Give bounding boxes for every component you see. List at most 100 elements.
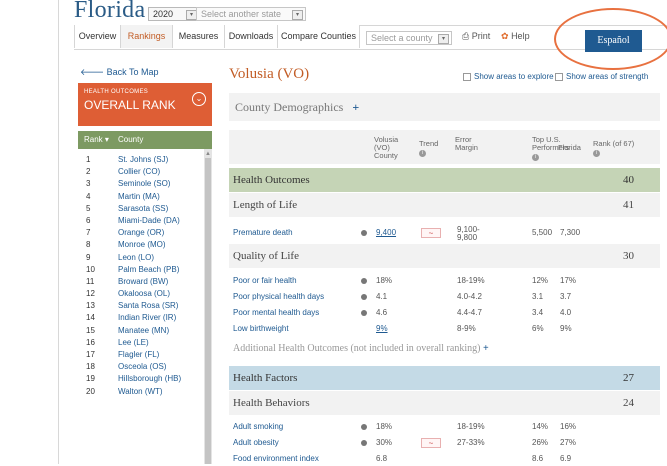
- list-item[interactable]: 8 Monroe (MO): [78, 239, 204, 251]
- county-link[interactable]: St. Johns (SJ): [118, 154, 168, 166]
- county-link[interactable]: Leon (LO): [118, 252, 154, 264]
- tab-overview[interactable]: Overview: [74, 25, 121, 48]
- show-strength-checkbox[interactable]: Show areas of strength: [555, 72, 648, 81]
- chevron-down-circle-icon[interactable]: ⌄: [192, 92, 206, 106]
- florida-value: 4.0: [560, 308, 572, 317]
- county-link[interactable]: Indian River (IR): [118, 312, 176, 324]
- list-item[interactable]: 2 Collier (CO): [78, 166, 204, 178]
- info-icon[interactable]: [361, 294, 367, 300]
- rank-number: 14: [86, 313, 95, 323]
- florida-value: 3.7: [560, 292, 572, 301]
- info-icon[interactable]: [361, 310, 367, 316]
- info-icon[interactable]: [361, 424, 367, 430]
- county-link[interactable]: Palm Beach (PB): [118, 264, 179, 276]
- plus-icon: +: [482, 343, 489, 354]
- additional-health-outcomes[interactable]: Additional Health Outcomes (not included…: [233, 343, 489, 354]
- top-performers-value: 3.4: [532, 308, 544, 317]
- list-item[interactable]: 6 Miami-Dade (DA): [78, 215, 204, 227]
- county-link[interactable]: Seminole (SO): [118, 178, 170, 190]
- error-margin: 8-9%: [457, 324, 476, 333]
- list-item[interactable]: 16 Lee (LE): [78, 337, 204, 349]
- list-item[interactable]: 12 Okaloosa (OL): [78, 288, 204, 300]
- measure-name[interactable]: Poor physical health days: [233, 290, 324, 304]
- measure-name[interactable]: Poor mental health days: [233, 306, 319, 320]
- state-select-placeholder: Select another state: [201, 9, 282, 19]
- county-link[interactable]: Santa Rosa (SR): [118, 300, 178, 312]
- list-item[interactable]: 17 Flagler (FL): [78, 349, 204, 361]
- rank-list-header: Rank ▾ County: [78, 131, 212, 149]
- list-item[interactable]: 7 Orange (OR): [78, 227, 204, 239]
- list-item[interactable]: 11 Broward (BW): [78, 276, 204, 288]
- county-link[interactable]: Sarasota (SS): [118, 203, 168, 215]
- quality-of-life-band: Quality of Life 30: [229, 244, 660, 268]
- county-link[interactable]: Broward (BW): [118, 276, 168, 288]
- county-link[interactable]: Lee (LE): [118, 337, 149, 349]
- trend-icon[interactable]: ~: [421, 228, 441, 238]
- county-link[interactable]: Miami-Dade (DA): [118, 215, 180, 227]
- scroll-up-icon[interactable]: ▲: [205, 151, 211, 157]
- list-item[interactable]: 5 Sarasota (SS): [78, 203, 204, 215]
- county-link[interactable]: Collier (CO): [118, 166, 160, 178]
- list-item[interactable]: 3 Seminole (SO): [78, 178, 204, 190]
- county-link[interactable]: Orange (OR): [118, 227, 164, 239]
- trend-icon[interactable]: ~: [421, 438, 441, 448]
- rank-column-header[interactable]: Rank ▾: [84, 131, 109, 149]
- county-column-header[interactable]: County: [118, 131, 143, 149]
- list-item[interactable]: 10 Palm Beach (PB): [78, 264, 204, 276]
- scrollbar-thumb[interactable]: [205, 158, 211, 464]
- show-explore-checkbox[interactable]: Show areas to explore: [463, 72, 554, 81]
- tab-compare-counties[interactable]: Compare Counties: [278, 25, 360, 48]
- back-to-map-link[interactable]: 🡐 Back To Map: [80, 67, 159, 78]
- list-item[interactable]: 15 Manatee (MN): [78, 325, 204, 337]
- print-button[interactable]: ⎙ Print: [462, 31, 490, 42]
- county-select[interactable]: Select a county ▾: [366, 31, 452, 45]
- list-item[interactable]: 18 Osceola (OS): [78, 361, 204, 373]
- county-link[interactable]: Hillsborough (HB): [118, 373, 181, 385]
- county-link[interactable]: Okaloosa (OL): [118, 288, 170, 300]
- list-item[interactable]: 9 Leon (LO): [78, 252, 204, 264]
- top-performers-value: 3.1: [532, 292, 544, 301]
- plus-icon: +: [352, 100, 360, 114]
- measure-name[interactable]: Low birthweight: [233, 322, 289, 336]
- list-item[interactable]: 4 Martin (MA): [78, 191, 204, 203]
- rank-number: 1: [86, 155, 91, 164]
- county-link[interactable]: Osceola (OS): [118, 361, 166, 373]
- list-item[interactable]: 19 Hillsborough (HB): [78, 373, 204, 385]
- info-icon[interactable]: [361, 278, 367, 284]
- florida-value: 9%: [560, 324, 572, 333]
- info-icon: i: [593, 150, 600, 157]
- list-item[interactable]: 14 Indian River (IR): [78, 312, 204, 324]
- measure-value[interactable]: 9%: [376, 322, 388, 336]
- list-item[interactable]: 20 Walton (WT): [78, 386, 204, 398]
- tab-measures[interactable]: Measures: [173, 25, 225, 48]
- rank-number: 17: [86, 350, 95, 359]
- measure-name[interactable]: Premature death: [233, 226, 293, 240]
- measure-value[interactable]: 9,400: [376, 226, 396, 240]
- rank-number: 7: [86, 228, 91, 238]
- measure-name[interactable]: Adult obesity: [233, 436, 279, 450]
- info-icon[interactable]: [361, 230, 367, 236]
- tab-rankings[interactable]: Rankings: [121, 25, 173, 48]
- col-florida: Florida: [558, 143, 581, 152]
- state-select[interactable]: Select another state ▾: [196, 7, 306, 21]
- help-button[interactable]: ✿ Help: [501, 31, 530, 42]
- overall-rank-card[interactable]: HEALTH OUTCOMES OVERALL RANK ⌄: [78, 83, 212, 126]
- measure-name[interactable]: Poor or fair health: [233, 274, 297, 288]
- rank-number: 19: [86, 374, 95, 384]
- county-demographics-bar[interactable]: County Demographics +: [229, 93, 660, 121]
- list-item[interactable]: 13 Santa Rosa (SR): [78, 300, 204, 312]
- county-link[interactable]: Monroe (MO): [118, 239, 166, 251]
- county-link[interactable]: Walton (WT): [118, 386, 163, 398]
- measure-name[interactable]: Adult smoking: [233, 420, 283, 434]
- county-link[interactable]: Flagler (FL): [118, 349, 159, 361]
- measure-value: 18%: [376, 422, 393, 431]
- arrow-left-icon: 🡐: [80, 67, 105, 77]
- list-item[interactable]: 1 St. Johns (SJ): [78, 154, 204, 166]
- rank-number: 13: [86, 301, 95, 311]
- tab-downloads[interactable]: Downloads: [225, 25, 278, 48]
- col-county: Volusia (VO) County: [374, 135, 399, 160]
- county-link[interactable]: Martin (MA): [118, 191, 160, 203]
- county-link[interactable]: Manatee (MN): [118, 325, 169, 337]
- info-icon[interactable]: [361, 440, 367, 446]
- year-select[interactable]: 2020 ▾: [148, 7, 200, 21]
